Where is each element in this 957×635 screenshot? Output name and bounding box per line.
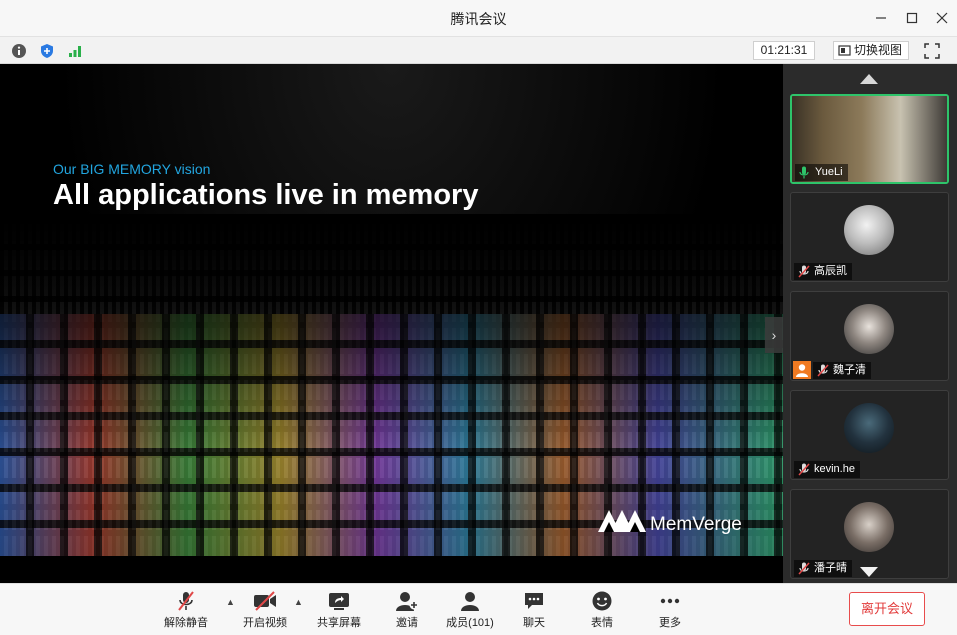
invite-label: 邀请 <box>396 617 418 629</box>
close-button[interactable] <box>931 8 953 28</box>
meeting-toolbar: 解除静音 ▲ 开启视频 ▲ 共享屏幕 邀请 成员(101) 聊天 表情 更多 离… <box>0 583 957 635</box>
title-bar: 腾讯会议 <box>0 0 957 36</box>
slide-title: All applications live in memory <box>53 179 479 211</box>
chat-label: 聊天 <box>523 617 545 629</box>
members-icon <box>461 592 479 611</box>
share-screen-icon <box>329 593 349 610</box>
participant-name: 高辰凯 <box>814 265 847 277</box>
mic-muted-icon <box>798 463 810 476</box>
share-screen-label: 共享屏幕 <box>317 617 361 629</box>
participant-name: 魏子清 <box>833 364 866 376</box>
fullscreen-icon[interactable] <box>924 43 940 59</box>
security-shield-icon[interactable] <box>39 43 55 59</box>
video-options-caret-icon[interactable]: ▲ <box>294 597 303 607</box>
meeting-timer: 01:21:31 <box>753 41 815 60</box>
memverge-logo-text: MemVerge <box>650 514 742 535</box>
network-signal-icon[interactable] <box>67 43 83 59</box>
participant-video-panel: YueLi 高辰凯 魏子清 kevin.he 潘子晴 <box>783 64 957 583</box>
mic-muted-icon <box>817 364 829 377</box>
info-icon[interactable] <box>11 43 27 59</box>
minimize-button[interactable] <box>870 8 892 28</box>
scroll-up-icon[interactable] <box>859 73 879 85</box>
switch-view-icon <box>838 45 851 56</box>
reactions-label: 表情 <box>591 617 613 629</box>
participant-name: YueLi <box>815 166 843 178</box>
window-title: 腾讯会议 <box>450 11 507 27</box>
leave-meeting-button[interactable]: 离开会议 <box>849 592 925 626</box>
more-label: 更多 <box>659 617 681 629</box>
avatar <box>844 205 894 255</box>
participant-tile[interactable]: YueLi <box>790 94 949 184</box>
smiley-face-icon <box>592 591 612 611</box>
start-video-label: 开启视频 <box>243 617 287 629</box>
participant-label: 高辰凯 <box>794 263 852 280</box>
more-button[interactable]: 更多 <box>643 590 697 632</box>
participant-name: 潘子晴 <box>814 562 847 574</box>
participant-label: YueLi <box>795 164 848 181</box>
participant-label: 潘子晴 <box>794 560 852 577</box>
participant-label: kevin.he <box>794 461 860 478</box>
share-screen-button[interactable]: 共享屏幕 <box>312 590 366 632</box>
avatar <box>844 304 894 354</box>
presentation-slide: Our BIG MEMORY vision All applications l… <box>0 64 783 556</box>
reactions-button[interactable]: 表情 <box>575 590 629 632</box>
members-label: 成员(101) <box>446 617 494 629</box>
memverge-logo-icon <box>598 510 646 532</box>
avatar <box>844 403 894 453</box>
participant-label: 魏子清 <box>813 362 871 379</box>
meeting-info-bar: 01:21:31 切换视图 <box>0 36 957 64</box>
participant-tile[interactable]: 魏子清 <box>790 291 949 381</box>
scroll-down-icon[interactable] <box>859 566 879 578</box>
mic-muted-icon <box>798 562 810 575</box>
start-video-button[interactable]: 开启视频 <box>238 590 292 632</box>
chat-button[interactable]: 聊天 <box>507 590 561 632</box>
host-person-icon <box>796 364 808 377</box>
minimize-icon <box>876 17 886 19</box>
participant-name: kevin.he <box>814 463 855 475</box>
close-icon <box>936 12 948 24</box>
unmute-label: 解除静音 <box>164 617 208 629</box>
chat-bubble-icon <box>525 593 543 609</box>
app-icons-fade <box>0 214 783 556</box>
shared-screen-stage: Our BIG MEMORY vision All applications l… <box>0 64 783 583</box>
maximize-button[interactable] <box>901 8 923 28</box>
camera-off-icon <box>254 591 276 611</box>
invite-button[interactable]: 邀请 <box>380 590 434 632</box>
chevron-right-icon: › <box>771 327 777 343</box>
invite-person-icon <box>396 592 419 611</box>
mic-on-icon <box>799 166 809 179</box>
audio-options-caret-icon[interactable]: ▲ <box>226 597 235 607</box>
participant-tile[interactable]: 高辰凯 <box>790 192 949 282</box>
mic-muted-icon <box>798 265 810 278</box>
host-badge <box>793 361 811 379</box>
avatar <box>844 502 894 552</box>
meeting-window: 腾讯会议 01:21:31 切换视图 Our BIG MEMORY vision… <box>0 0 957 635</box>
maximize-icon <box>906 12 918 24</box>
more-dots-icon <box>660 598 680 604</box>
slide-subtitle: Our BIG MEMORY vision <box>53 161 211 177</box>
participant-tile[interactable]: kevin.he <box>790 390 949 480</box>
unmute-button[interactable]: 解除静音 <box>159 590 213 632</box>
switch-view-button[interactable]: 切换视图 <box>833 41 909 60</box>
collapse-panel-button[interactable]: › <box>765 317 783 353</box>
mic-muted-icon <box>178 591 194 611</box>
switch-view-label: 切换视图 <box>854 43 903 57</box>
members-button[interactable]: 成员(101) <box>443 590 497 632</box>
